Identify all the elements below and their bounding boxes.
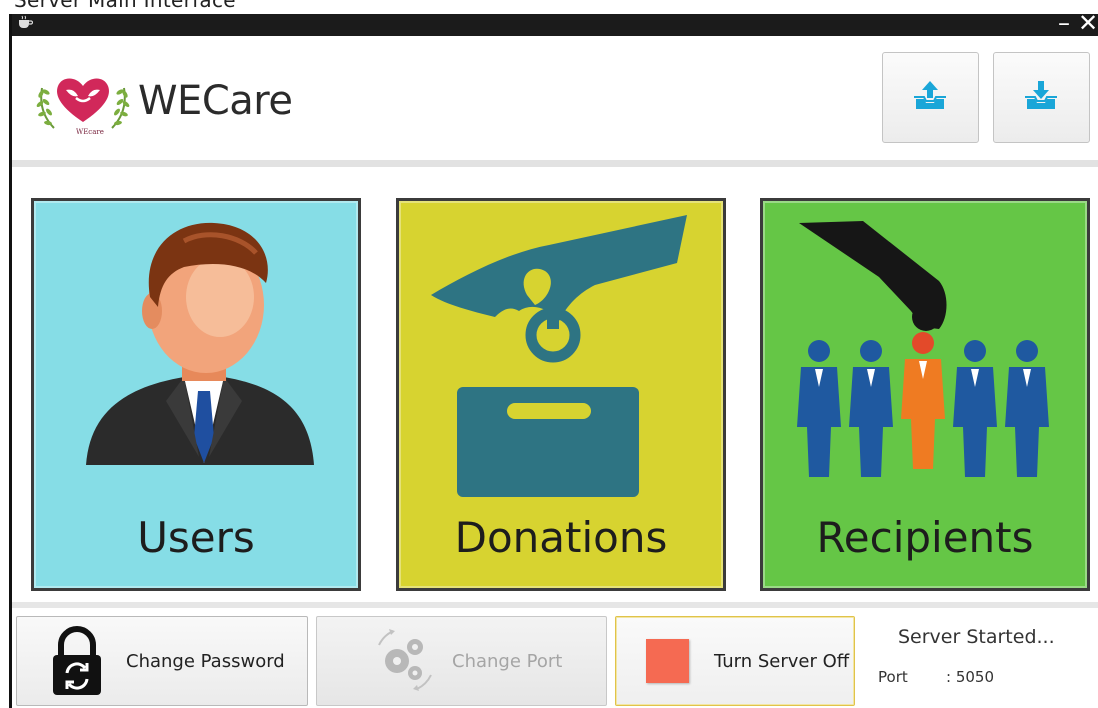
wecare-logo: WEcare (36, 78, 130, 136)
lock-refresh-icon (53, 626, 101, 695)
upload-tray-icon (914, 81, 946, 109)
recipients-tile[interactable]: Recipients (760, 198, 1090, 591)
header: WEcare WECare (12, 36, 1098, 160)
port-label: Port (878, 668, 908, 686)
download-button[interactable] (993, 52, 1090, 143)
donations-tile[interactable]: Donations (396, 198, 726, 591)
gears-icon (378, 629, 432, 691)
donations-label: Donations (454, 513, 668, 562)
app-window: – ✕ WEcare WECare Users Donations Recipi… (9, 9, 1098, 708)
header-divider (12, 160, 1098, 167)
users-tile[interactable]: Users (31, 198, 361, 591)
title-bar: – ✕ (12, 9, 1098, 37)
stop-square-icon (646, 639, 689, 683)
donation-box-icon (431, 215, 687, 497)
upload-button[interactable] (882, 52, 979, 143)
port-value: : 5050 (946, 668, 994, 686)
server-status-text: Server Started... (898, 626, 1055, 648)
users-label: Users (137, 513, 255, 562)
change-password-button[interactable]: Change Password (16, 616, 308, 706)
download-tray-icon (1025, 81, 1057, 109)
user-avatar-icon (86, 222, 314, 465)
change-port-label: Change Port (452, 651, 563, 672)
cup-icon (19, 15, 33, 28)
recipients-label: Recipients (816, 513, 1034, 562)
close-button[interactable]: ✕ (1078, 9, 1098, 37)
turn-server-off-label: Turn Server Off (714, 651, 850, 672)
logo-text: WEcare (76, 128, 104, 136)
minimize-button[interactable]: – (1058, 9, 1070, 37)
turn-server-off-button[interactable]: Turn Server Off (615, 616, 855, 706)
change-port-button[interactable]: Change Port (316, 616, 607, 706)
app-title: WECare (138, 78, 293, 124)
footer-divider (12, 602, 1098, 608)
change-password-label: Change Password (126, 651, 285, 672)
recipients-selection-icon (797, 221, 1049, 477)
window-caption: Server Main Interface (14, 0, 236, 12)
